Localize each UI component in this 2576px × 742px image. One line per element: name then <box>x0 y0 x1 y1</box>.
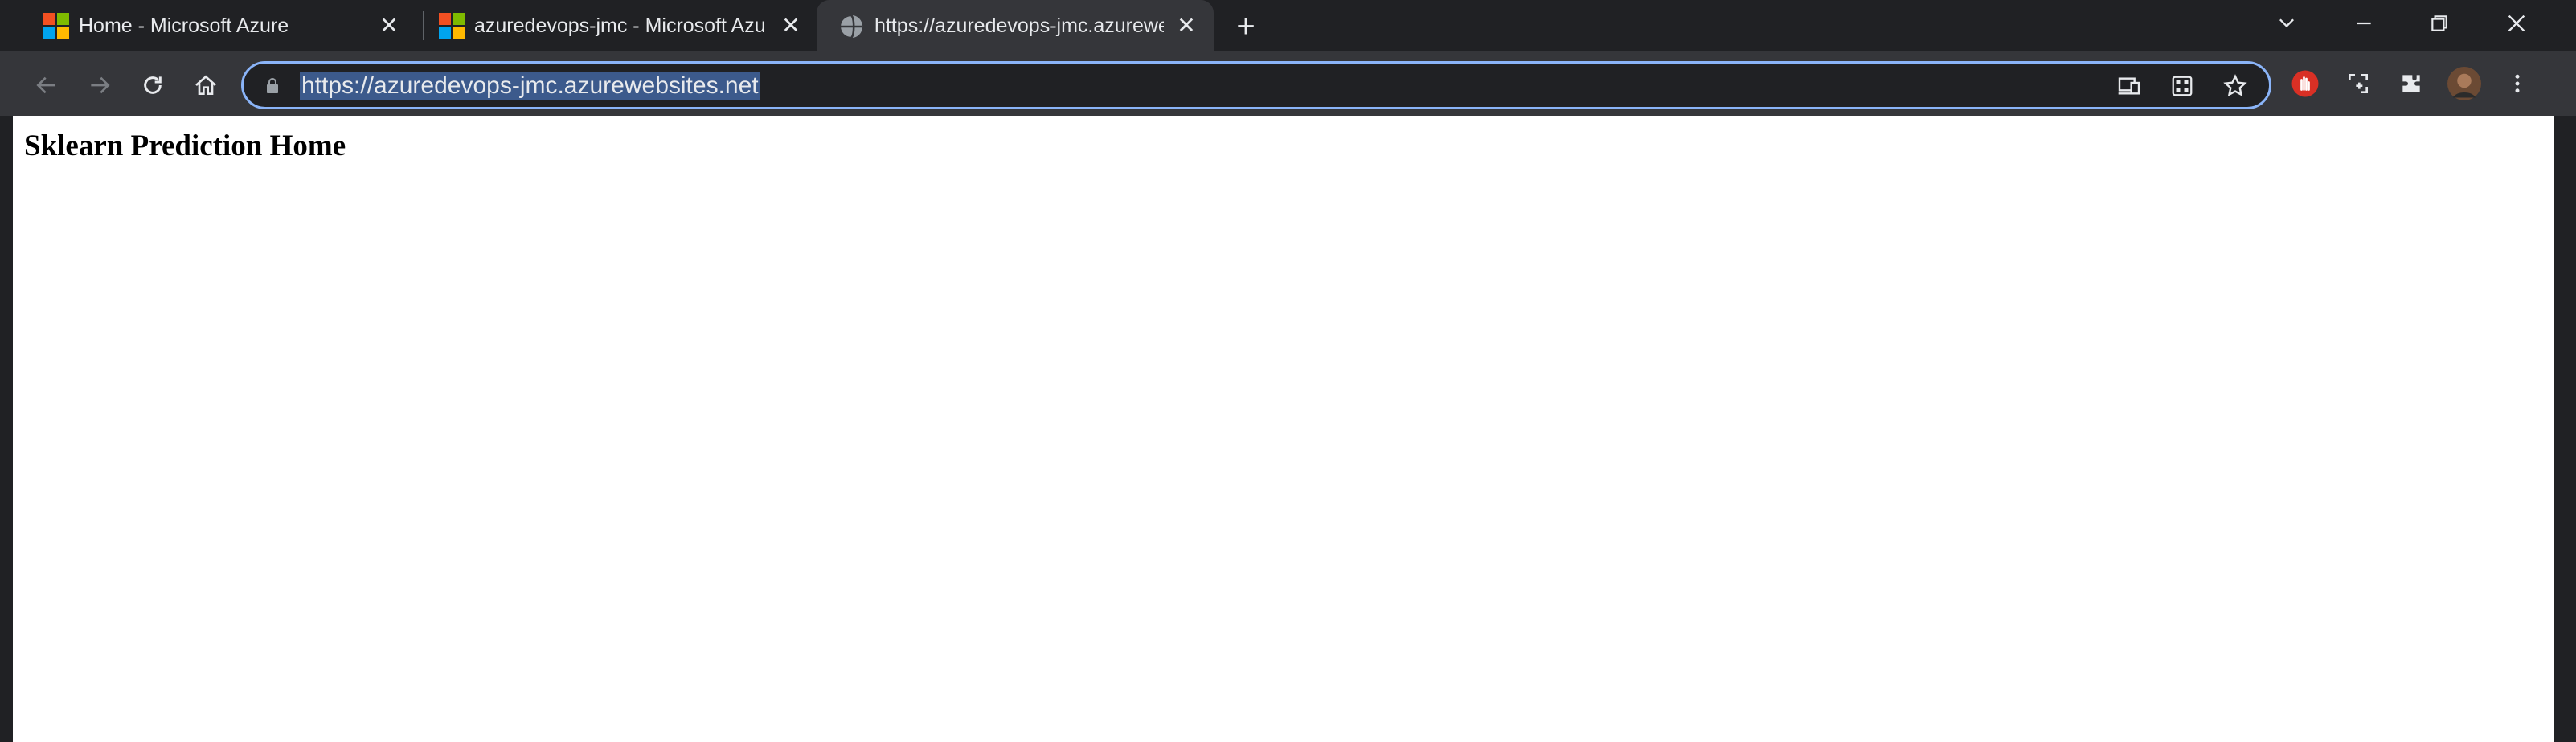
qr-code-icon[interactable] <box>2166 70 2198 102</box>
arrow-right-icon <box>91 76 110 94</box>
arrow-left-icon <box>36 76 55 94</box>
restore-button[interactable] <box>2403 0 2476 47</box>
kebab-menu-icon[interactable] <box>2500 66 2535 101</box>
forward-button[interactable] <box>82 68 117 103</box>
home-button[interactable] <box>188 68 223 103</box>
install-app-icon[interactable] <box>2113 70 2145 102</box>
close-icon[interactable]: ✕ <box>376 13 402 39</box>
text-cursor-icon <box>932 84 940 105</box>
close-icon[interactable]: ✕ <box>1173 13 1199 39</box>
avatar[interactable] <box>2447 66 2482 101</box>
lock-icon[interactable] <box>256 70 289 102</box>
restore-icon <box>2431 15 2447 31</box>
close-icon <box>2508 14 2525 32</box>
page-title: Sklearn Prediction Home <box>24 129 346 162</box>
microsoft-logo-icon <box>439 13 466 40</box>
reload-button[interactable] <box>135 68 170 103</box>
tab-azuredevops-jmc[interactable]: azuredevops-jmc - Microsoft Azure ✕ <box>408 0 810 51</box>
back-button[interactable] <box>29 68 64 103</box>
chevron-down-icon <box>2279 18 2294 28</box>
microsoft-logo-icon <box>43 13 71 40</box>
tab-home-azure[interactable]: Home - Microsoft Azure ✕ <box>13 0 415 51</box>
url-text[interactable]: https://azuredevops-jmc.azurewebsites.ne… <box>300 72 760 100</box>
tab-strip: Home - Microsoft Azure ✕ azuredevops-jmc… <box>0 0 2576 51</box>
minimize-icon <box>2357 22 2371 25</box>
tab-title: azuredevops-jmc - Microsoft Azure <box>474 14 764 37</box>
new-tab-button[interactable]: + <box>1230 10 1262 43</box>
tab-title: https://azuredevops-jmc.azurewebsites.ne… <box>874 14 1164 37</box>
page-viewport: Sklearn Prediction Home <box>13 116 2554 742</box>
tab-search-button[interactable] <box>2250 0 2323 47</box>
tab-title: Home - Microsoft Azure <box>79 14 289 37</box>
minimize-button[interactable] <box>2328 0 2400 47</box>
address-bar[interactable]: https://azuredevops-jmc.azurewebsites.ne… <box>241 61 2271 109</box>
tab-azurewebsites[interactable]: https://azuredevops-jmc.azurewebsites.ne… <box>817 0 1214 51</box>
stop-hand-extension-icon[interactable] <box>2287 66 2323 101</box>
puzzle-piece-icon[interactable] <box>2394 66 2429 101</box>
screenshot-capture-icon[interactable] <box>2341 66 2376 101</box>
close-window-button[interactable] <box>2480 0 2553 47</box>
globe-icon <box>838 13 865 40</box>
home-icon <box>195 75 216 95</box>
star-icon[interactable] <box>2219 70 2251 102</box>
reload-icon <box>144 76 162 94</box>
close-icon[interactable]: ✕ <box>778 13 804 39</box>
